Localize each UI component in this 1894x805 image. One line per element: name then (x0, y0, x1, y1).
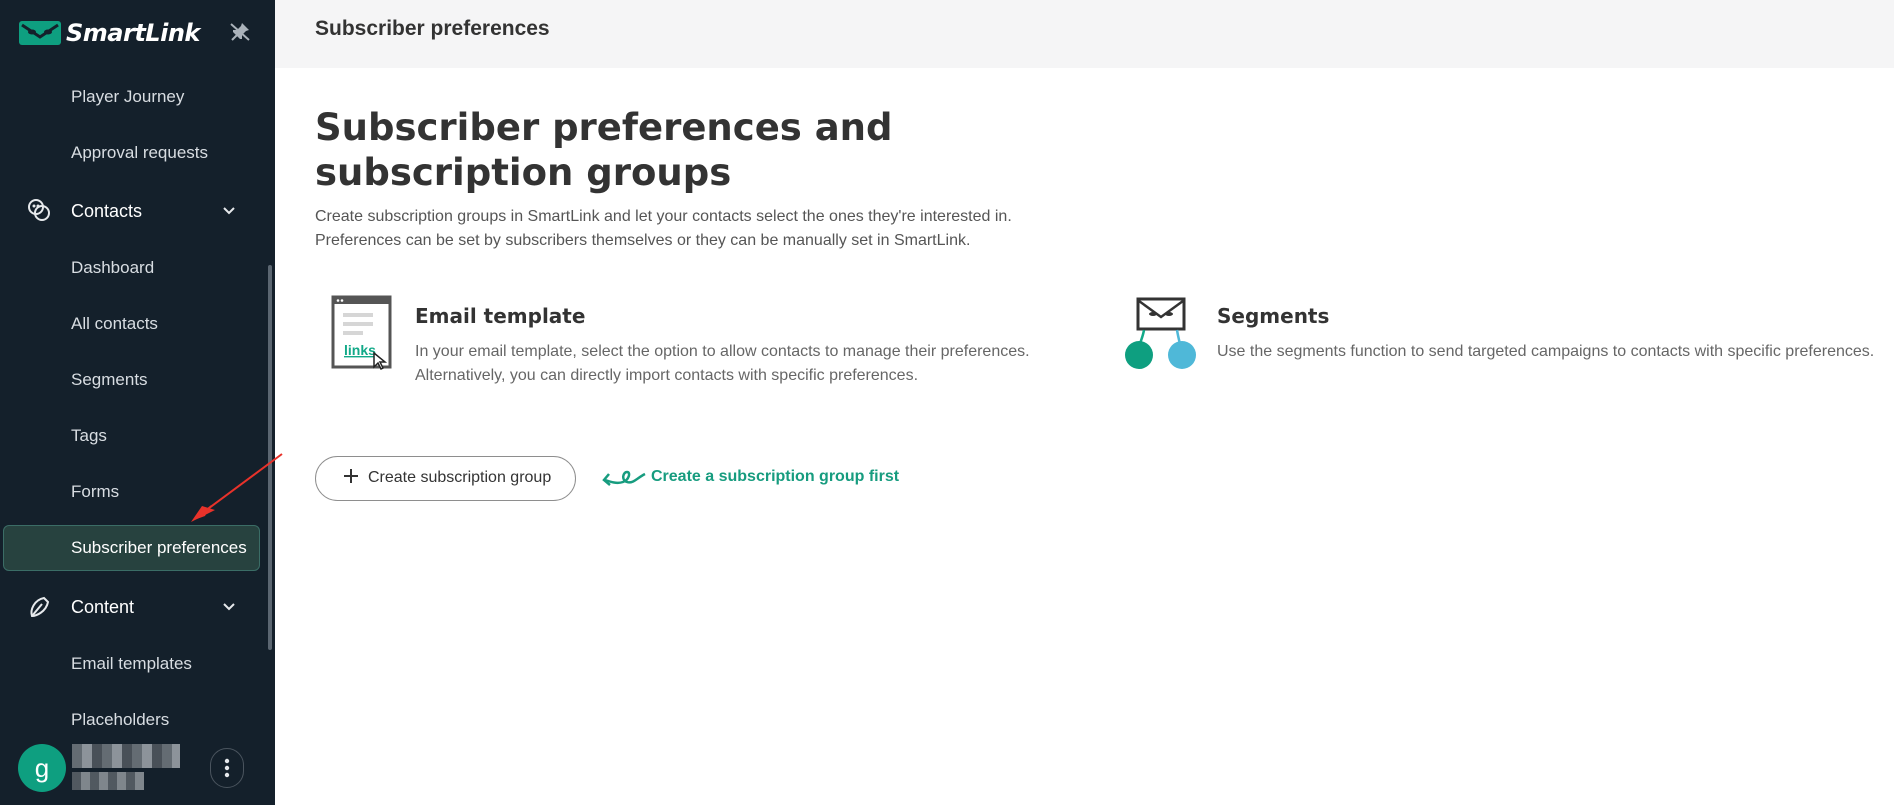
sidebar-section-label: Content (71, 596, 135, 617)
sidebar-section-label: Contacts (71, 200, 143, 221)
user-name-redacted (72, 744, 180, 768)
sidebar-item-label: Email templates (71, 654, 192, 673)
sidebar-item-player-journey[interactable]: Player Journey (0, 74, 262, 120)
avatar[interactable]: g (18, 744, 66, 792)
description-line: Create subscription groups in SmartLink … (315, 208, 1012, 225)
sidebar: SmartLink Player Journey Approval reques… (0, 0, 275, 805)
card-text: In your email template, select the optio… (415, 340, 1030, 388)
create-subscription-group-button[interactable]: Create subscription group (315, 456, 576, 501)
user-footer: g (0, 740, 275, 805)
card-text: Use the segments function to send target… (1217, 340, 1874, 364)
sidebar-item-dashboard[interactable]: Dashboard (0, 245, 262, 291)
sidebar-item-label: Tags (71, 426, 107, 445)
sidebar-item-segments[interactable]: Segments (0, 357, 262, 403)
sidebar-item-label: Segments (71, 370, 148, 389)
email-template-card: links Email template In your email templ… (315, 290, 1095, 390)
segments-icon (1125, 297, 1196, 369)
pin-icon[interactable] (228, 20, 252, 44)
description-line: Preferences can be set by subscribers th… (315, 232, 971, 249)
contacts-icon (28, 199, 50, 221)
sidebar-item-label: Subscriber preferences (71, 538, 247, 557)
sidebar-item-all-contacts[interactable]: All contacts (0, 301, 262, 347)
main-description: Create subscription groups in SmartLink … (315, 205, 1115, 253)
main-heading: Subscriber preferences and subscription … (315, 106, 893, 194)
card-title: Email template (415, 304, 586, 328)
brand-name: SmartLink (66, 19, 200, 47)
card-text-line: Alternatively, you can directly import c… (415, 367, 919, 384)
sidebar-section-contacts[interactable]: Contacts (0, 188, 262, 234)
plus-icon (344, 469, 358, 483)
card-title: Segments (1217, 304, 1330, 328)
sidebar-item-subscriber-preferences[interactable]: Subscriber preferences (3, 525, 260, 571)
chevron-down-icon (223, 603, 235, 611)
sidebar-item-label: Player Journey (71, 87, 185, 106)
sidebar-item-email-templates[interactable]: Email templates (0, 641, 262, 687)
user-email-redacted (72, 772, 144, 790)
brand[interactable]: SmartLink (18, 16, 200, 50)
sidebar-item-label: Approval requests (71, 143, 209, 162)
email-template-icon: links (331, 295, 392, 371)
sidebar-item-approval-requests[interactable]: Approval requests (0, 130, 262, 176)
page-title: Subscriber preferences (315, 17, 550, 40)
top-bar: Subscriber preferences (275, 0, 1894, 68)
sidebar-section-content[interactable]: Content (0, 584, 262, 630)
sidebar-item-label: Placeholders (71, 710, 170, 729)
card-text-line: In your email template, select the optio… (415, 343, 1030, 360)
main-content: Subscriber preferences and subscription … (275, 68, 1894, 805)
create-button-label: Create subscription group (368, 469, 552, 486)
vertical-dots-icon (224, 758, 230, 778)
create-hint-text[interactable]: Create a subscription group first (651, 468, 899, 486)
sidebar-item-placeholders[interactable]: Placeholders (0, 697, 262, 743)
curly-arrow-icon (602, 470, 646, 486)
segments-card: Segments Use the segments function to se… (1117, 290, 1877, 390)
chevron-down-icon (223, 207, 235, 215)
more-options-button[interactable] (210, 748, 244, 788)
smartlink-logo-icon (19, 21, 61, 45)
content-icon (30, 596, 50, 618)
card-text-line: Use the segments function to send target… (1217, 343, 1875, 360)
sidebar-item-label: Dashboard (71, 258, 155, 277)
links-text: links (344, 342, 376, 358)
annotation-arrow-icon (191, 453, 283, 522)
sidebar-item-label: All contacts (71, 314, 158, 333)
sidebar-item-label: Forms (71, 482, 120, 501)
